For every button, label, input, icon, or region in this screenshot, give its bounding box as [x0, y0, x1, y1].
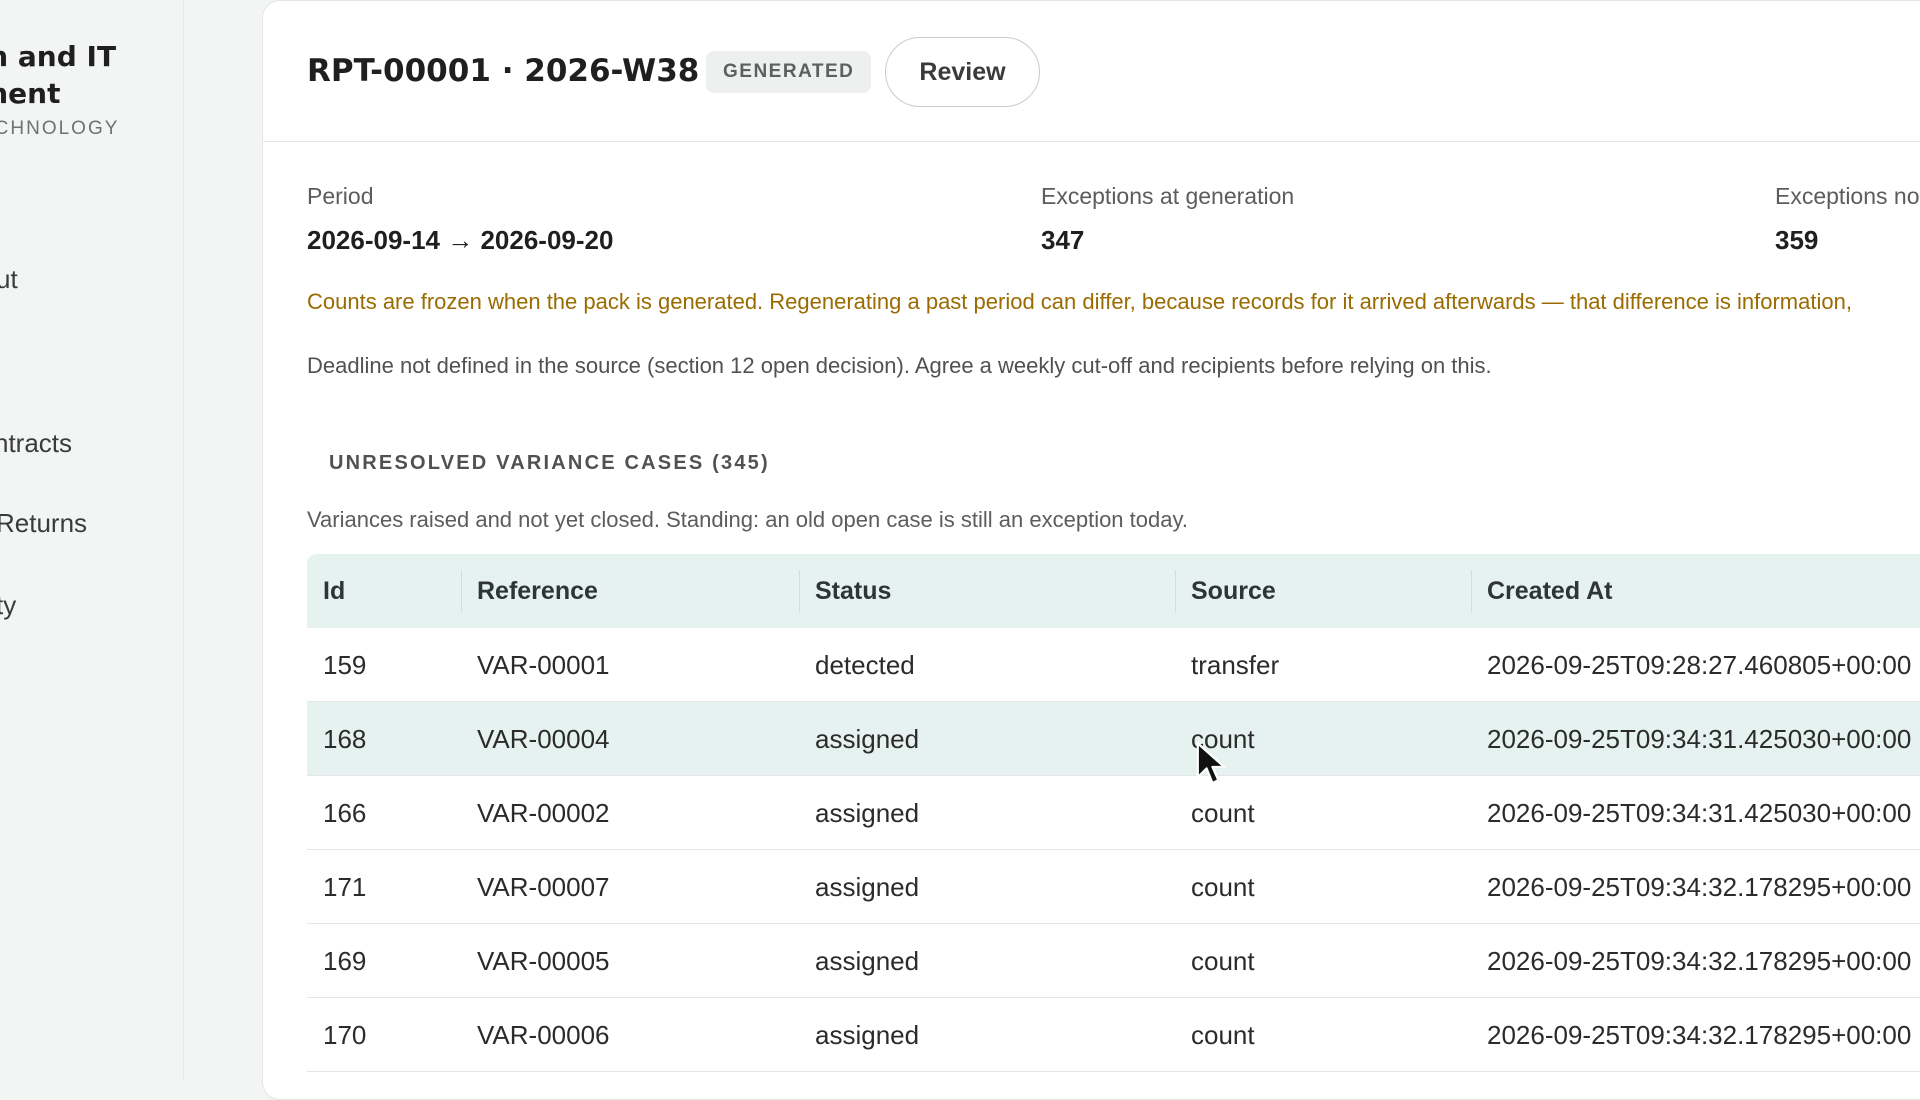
- cell-reference: VAR-00005: [477, 946, 610, 976]
- report-header: RPT-00001 · 2026-W38 GENERATED Review: [263, 1, 1920, 142]
- sidebar: em and IT ement ECHNOLOGY ut ntracts Ret…: [0, 0, 184, 1080]
- table-header: Id Reference Status Source Created At: [307, 554, 1920, 628]
- brand-subtitle: ECHNOLOGY: [0, 118, 120, 139]
- cell-id: 170: [323, 1020, 367, 1050]
- cell-id: 166: [323, 798, 367, 828]
- cell-id: 159: [323, 650, 367, 680]
- cell-source: count: [1191, 1020, 1255, 1050]
- cell-created-at: 2026-09-25T09:34:32.178295+00:00: [1487, 946, 1912, 976]
- cell-id: 169: [323, 946, 367, 976]
- sidebar-item-returns[interactable]: Returns: [0, 508, 87, 539]
- table-row[interactable]: 166 VAR-00002 assigned count 2026-09-25T…: [307, 776, 1920, 850]
- cell-status: detected: [815, 650, 915, 680]
- sidebar-item-1[interactable]: ut: [0, 264, 18, 295]
- variance-table: Id Reference Status Source Created At 15…: [307, 554, 1920, 1072]
- column-header-created-at[interactable]: Created At: [1487, 554, 1613, 628]
- table-row[interactable]: 171 VAR-00007 assigned count 2026-09-25T…: [307, 850, 1920, 924]
- cell-source: count: [1191, 798, 1255, 828]
- sidebar-item-4[interactable]: ty: [0, 590, 16, 621]
- cell-created-at: 2026-09-25T09:34:32.178295+00:00: [1487, 872, 1912, 902]
- table-row[interactable]: 168 VAR-00004 assigned count 2026-09-25T…: [307, 702, 1920, 776]
- brand-title: em and IT ement: [0, 38, 160, 112]
- column-header-id[interactable]: Id: [323, 554, 345, 628]
- cell-id: 168: [323, 724, 367, 754]
- section-description: Variances raised and not yet closed. Sta…: [307, 507, 1188, 532]
- mouse-cursor-icon: [1196, 742, 1226, 785]
- cell-status: assigned: [815, 946, 920, 976]
- column-divider: [1471, 570, 1472, 612]
- report-title: RPT-00001 · 2026-W38: [307, 53, 700, 89]
- cell-reference: VAR-00001: [477, 650, 610, 680]
- cell-reference: VAR-00002: [477, 798, 610, 828]
- column-header-source[interactable]: Source: [1191, 554, 1276, 628]
- cell-source: count: [1191, 946, 1255, 976]
- period-value: 2026-09-14 → 2026-09-20: [307, 225, 614, 255]
- cell-reference: VAR-00006: [477, 1020, 610, 1050]
- exceptions-now-label: Exceptions no: [1775, 183, 1920, 209]
- sidebar-item-contracts[interactable]: ntracts: [0, 428, 72, 459]
- exceptions-at-generation-label: Exceptions at generation: [1041, 183, 1295, 209]
- column-header-reference[interactable]: Reference: [477, 554, 598, 628]
- column-divider: [1175, 570, 1176, 612]
- cell-status: assigned: [815, 724, 920, 754]
- cell-id: 171: [323, 872, 367, 902]
- report-card: RPT-00001 · 2026-W38 GENERATED Review Pe…: [262, 0, 1920, 1100]
- exceptions-at-generation-value: 347: [1041, 225, 1085, 255]
- brand-title-line-2: ement: [0, 77, 61, 110]
- table-row[interactable]: 169 VAR-00005 assigned count 2026-09-25T…: [307, 924, 1920, 998]
- section-title: UNRESOLVED VARIANCE CASES (345): [329, 452, 770, 474]
- brand-title-line-1: em and IT: [0, 40, 117, 73]
- cell-source: count: [1191, 872, 1255, 902]
- column-divider: [799, 570, 800, 612]
- cell-created-at: 2026-09-25T09:28:27.460805+00:00: [1487, 650, 1912, 680]
- cell-source: transfer: [1191, 650, 1280, 680]
- review-button[interactable]: Review: [885, 37, 1040, 107]
- frozen-counts-notice: Counts are frozen when the pack is gener…: [307, 289, 1852, 314]
- exceptions-now-value: 359: [1775, 225, 1819, 255]
- cell-created-at: 2026-09-25T09:34:32.178295+00:00: [1487, 1020, 1912, 1050]
- status-badge: GENERATED: [706, 51, 872, 93]
- period-label: Period: [307, 183, 374, 209]
- column-divider: [461, 570, 462, 612]
- cell-status: assigned: [815, 798, 920, 828]
- cell-reference: VAR-00007: [477, 872, 610, 902]
- cell-status: assigned: [815, 1020, 920, 1050]
- table-row[interactable]: 170 VAR-00006 assigned count 2026-09-25T…: [307, 998, 1920, 1072]
- column-header-status[interactable]: Status: [815, 554, 891, 628]
- cell-created-at: 2026-09-25T09:34:31.425030+00:00: [1487, 798, 1912, 828]
- deadline-note: Deadline not defined in the source (sect…: [307, 353, 1492, 378]
- cell-reference: VAR-00004: [477, 724, 610, 754]
- cell-status: assigned: [815, 872, 920, 902]
- main-area: RPT-00001 · 2026-W38 GENERATED Review Pe…: [184, 0, 1920, 1100]
- table-row[interactable]: 159 VAR-00001 detected transfer 2026-09-…: [307, 628, 1920, 702]
- cell-created-at: 2026-09-25T09:34:31.425030+00:00: [1487, 724, 1912, 754]
